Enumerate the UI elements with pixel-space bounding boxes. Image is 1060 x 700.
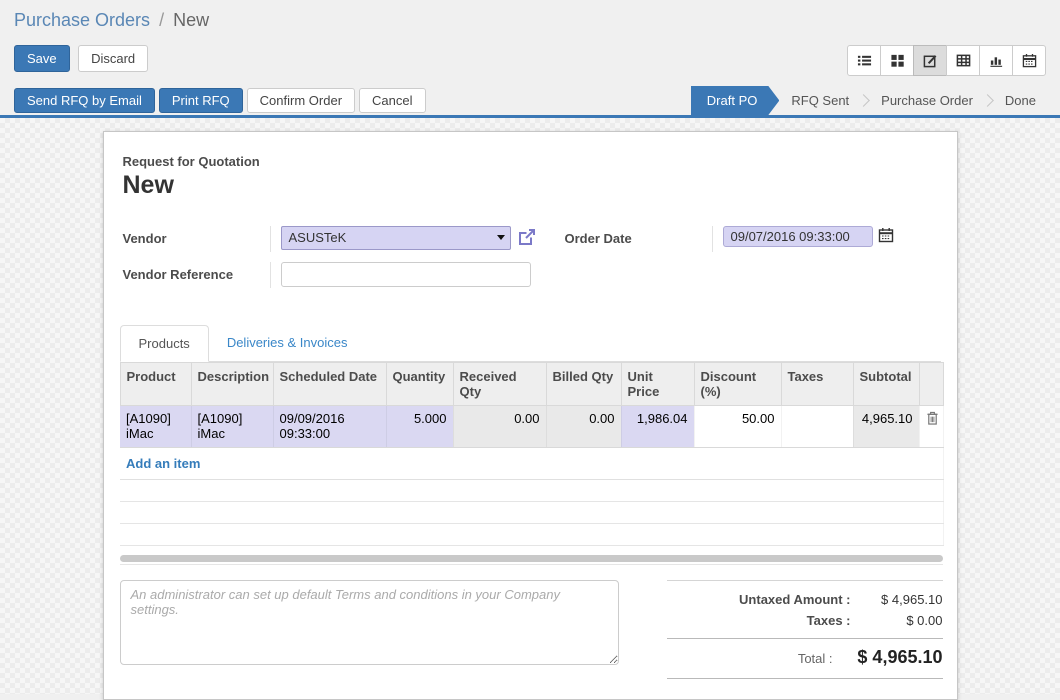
cell-taxes[interactable]: [781, 406, 853, 448]
col-header-taxes: Taxes: [781, 363, 853, 406]
add-an-item-link[interactable]: Add an item: [126, 456, 200, 471]
calendar-view-button[interactable]: [1012, 45, 1046, 76]
taxes-value: $ 0.00: [851, 613, 943, 628]
horizontal-scrollbar[interactable]: [120, 555, 943, 562]
vendor-label: Vendor: [123, 226, 271, 252]
cell-subtotal: 4,965.10: [853, 406, 919, 448]
calendar-view-icon: [1022, 53, 1037, 68]
status-step-draft-po[interactable]: Draft PO: [691, 86, 780, 115]
cell-scheduled-date[interactable]: 09/09/2016 09:33:00: [273, 406, 386, 448]
vendor-reference-label: Vendor Reference: [123, 262, 271, 288]
sheet-footer: Untaxed Amount : $ 4,965.10 Taxes : $ 0.…: [120, 572, 943, 679]
table-row: [A1090] iMac [A1090] iMac 09/09/2016 09:…: [120, 406, 943, 448]
main-area: Request for Quotation New Vendor ASUSTeK: [0, 118, 1060, 694]
cell-delete: [919, 406, 943, 448]
cell-billed-qty: 0.00: [546, 406, 621, 448]
order-date-input[interactable]: [723, 226, 873, 247]
tab-deliveries-invoices[interactable]: Deliveries & Invoices: [209, 325, 366, 362]
breadcrumb-current: New: [173, 10, 209, 30]
untaxed-amount-value: $ 4,965.10: [851, 592, 943, 607]
col-header-discount: Discount (%): [694, 363, 781, 406]
total-value: $ 4,965.10: [833, 647, 943, 668]
open-vendor-button[interactable]: [518, 228, 536, 249]
kanban-view-icon: [890, 53, 905, 68]
table-header-row: Product Description Scheduled Date Quant…: [120, 363, 943, 406]
kanban-view-button[interactable]: [880, 45, 914, 76]
col-header-description: Description: [191, 363, 273, 406]
list-view-icon: [857, 53, 872, 68]
cell-product[interactable]: [A1090] iMac: [120, 406, 191, 448]
status-pipeline: Draft PO RFQ Sent Purchase Order Done: [691, 86, 1060, 115]
form-view-button[interactable]: [913, 45, 947, 76]
record-actions: Save Discard: [14, 45, 148, 72]
col-header-quantity: Quantity: [386, 363, 453, 406]
sheet-subtitle: Request for Quotation: [123, 154, 941, 169]
statusbar: Send RFQ by Email Print RFQ Confirm Orde…: [0, 86, 1060, 118]
total-label: Total :: [798, 651, 833, 666]
col-header-product: Product: [120, 363, 191, 406]
status-step-done[interactable]: Done: [993, 86, 1048, 115]
notebook: Products Deliveries & Invoices Product D…: [120, 324, 941, 565]
cell-received-qty: 0.00: [453, 406, 546, 448]
cell-unit-price[interactable]: 1,986.04: [621, 406, 694, 448]
toolbar-row: Save Discard: [0, 31, 1060, 86]
graph-view-icon: [989, 53, 1004, 68]
form-fields: Vendor ASUSTeK Vendor Reference: [123, 226, 941, 298]
page-title: New: [123, 171, 941, 200]
totals-panel: Untaxed Amount : $ 4,965.10 Taxes : $ 0.…: [667, 580, 943, 679]
col-header-received-qty: Received Qty: [453, 363, 546, 406]
cancel-button[interactable]: Cancel: [359, 88, 425, 113]
list-view-button[interactable]: [847, 45, 881, 76]
external-link-icon: [518, 228, 536, 249]
col-header-scheduled-date: Scheduled Date: [273, 363, 386, 406]
cell-description[interactable]: [A1090] iMac: [191, 406, 273, 448]
print-rfq-button[interactable]: Print RFQ: [159, 88, 243, 113]
breadcrumb-purchase-orders[interactable]: Purchase Orders: [14, 10, 150, 30]
col-header-billed-qty: Billed Qty: [546, 363, 621, 406]
date-picker-button[interactable]: [878, 227, 894, 246]
order-lines-table: Product Description Scheduled Date Quant…: [120, 362, 944, 546]
top-header: Purchase Orders / New: [0, 0, 1060, 31]
cell-discount[interactable]: 50.00: [694, 406, 781, 448]
vendor-value: ASUSTeK: [289, 230, 347, 245]
delete-line-button[interactable]: [926, 411, 939, 428]
breadcrumb-separator: /: [155, 10, 168, 30]
empty-line: [120, 502, 943, 524]
add-item-row: Add an item: [120, 448, 943, 480]
empty-line: [120, 524, 943, 546]
status-step-rfq-sent[interactable]: RFQ Sent: [779, 86, 861, 115]
view-switcher: [847, 45, 1046, 76]
form-sheet: Request for Quotation New Vendor ASUSTeK: [103, 131, 958, 700]
workflow-actions: Send RFQ by Email Print RFQ Confirm Orde…: [14, 86, 426, 115]
trash-icon: [926, 413, 939, 428]
taxes-label: Taxes :: [807, 613, 851, 628]
save-button[interactable]: Save: [14, 45, 70, 72]
col-header-actions: [919, 363, 943, 406]
vendor-reference-input[interactable]: [281, 262, 531, 287]
form-view-icon: [923, 53, 938, 68]
col-header-subtotal: Subtotal: [853, 363, 919, 406]
tab-products[interactable]: Products: [120, 325, 209, 362]
discard-button[interactable]: Discard: [78, 45, 148, 72]
breadcrumb: Purchase Orders / New: [14, 10, 1046, 31]
send-rfq-by-email-button[interactable]: Send RFQ by Email: [14, 88, 155, 113]
graph-view-button[interactable]: [979, 45, 1013, 76]
col-header-unit-price: Unit Price: [621, 363, 694, 406]
confirm-order-button[interactable]: Confirm Order: [247, 88, 355, 113]
status-step-purchase-order[interactable]: Purchase Order: [869, 86, 985, 115]
pivot-view-button[interactable]: [946, 45, 980, 76]
calendar-icon: [878, 227, 894, 246]
terms-and-conditions-input[interactable]: [120, 580, 619, 665]
order-date-label: Order Date: [565, 226, 713, 252]
cell-quantity[interactable]: 5.000: [386, 406, 453, 448]
empty-line: [120, 480, 943, 502]
notebook-tabs: Products Deliveries & Invoices: [120, 324, 941, 362]
dropdown-caret-icon: [497, 235, 505, 240]
untaxed-amount-label: Untaxed Amount :: [739, 592, 850, 607]
scrollbar-track: [120, 564, 943, 565]
vendor-select[interactable]: ASUSTeK: [281, 226, 511, 250]
pivot-view-icon: [956, 53, 971, 68]
